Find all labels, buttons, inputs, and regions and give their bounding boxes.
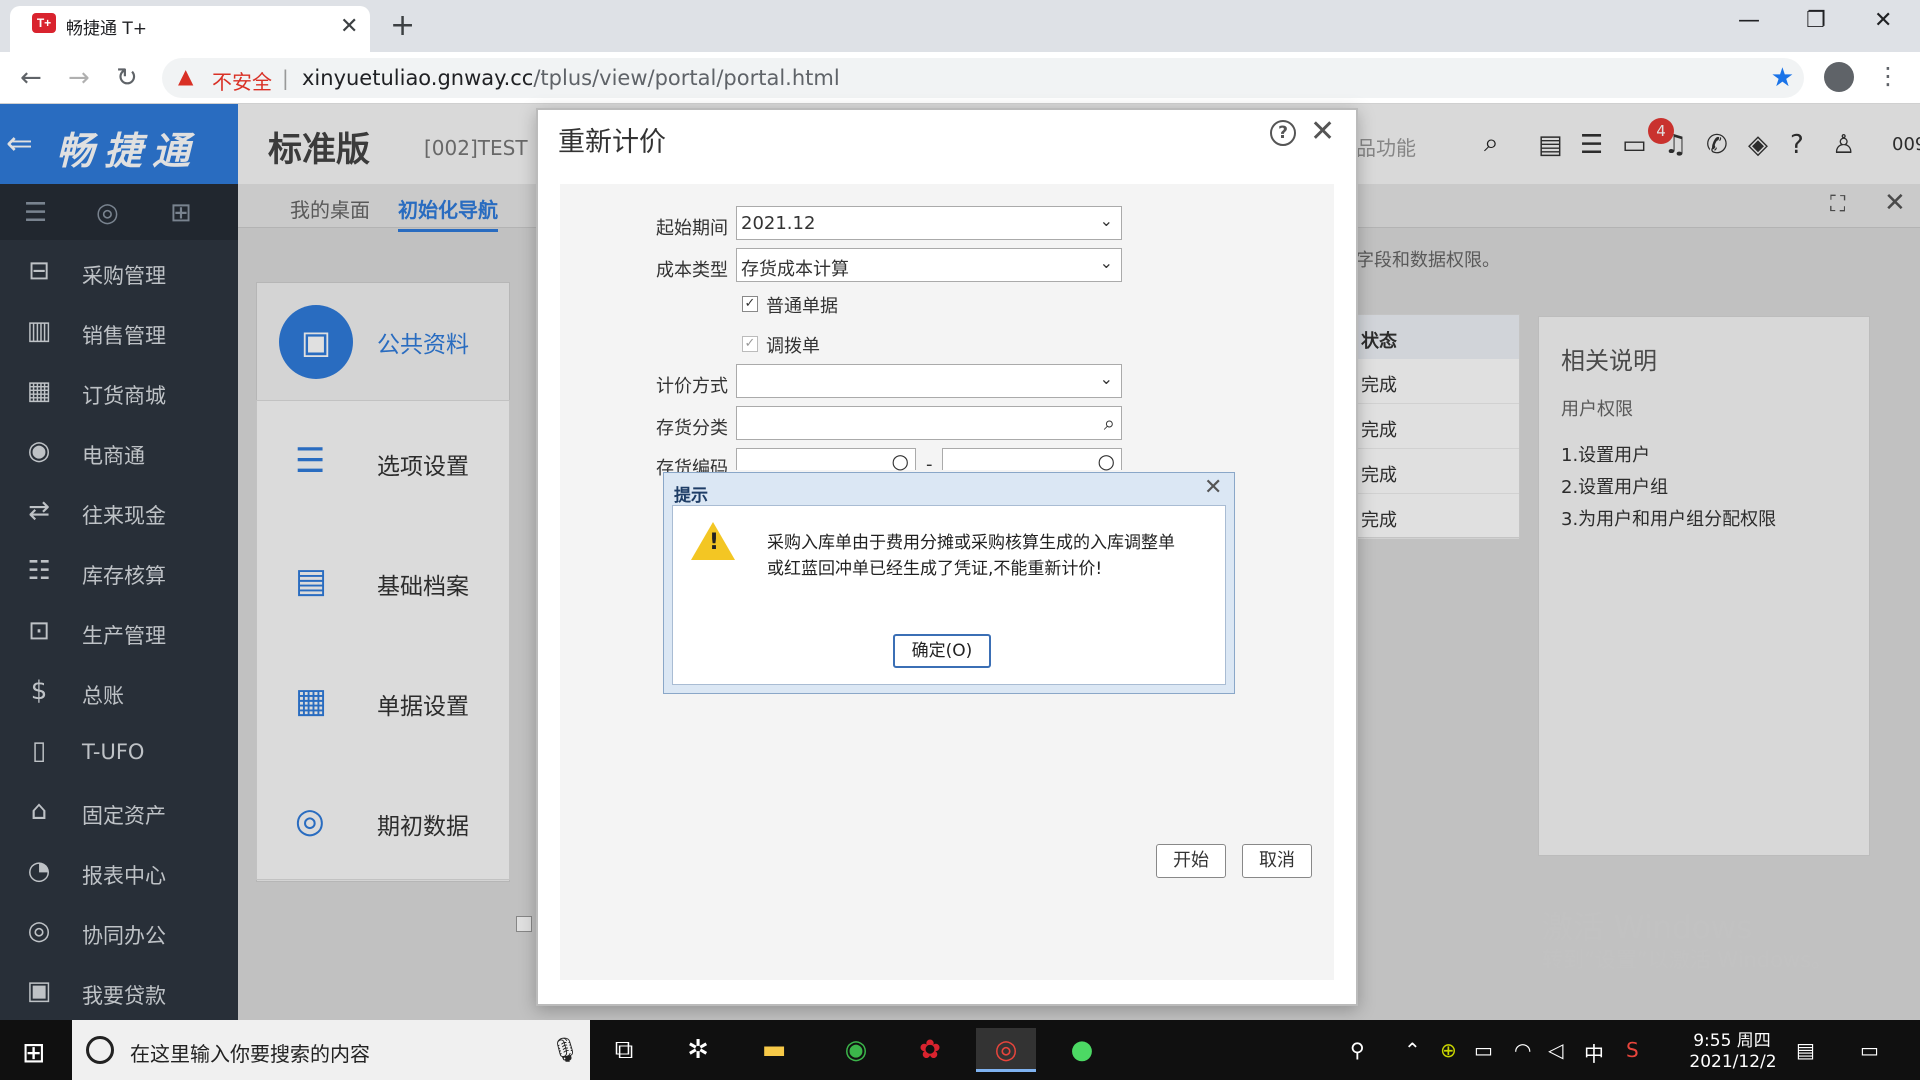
new-tab-icon[interactable]: + bbox=[390, 8, 415, 43]
lookup-icon[interactable]: ○ bbox=[892, 449, 909, 473]
insecure-label[interactable]: 不安全 bbox=[212, 66, 272, 95]
pricing-method-label: 计价方式 bbox=[656, 376, 728, 397]
cost-type-select[interactable]: 存货成本计算 ⌄ bbox=[736, 248, 1122, 282]
people-icon[interactable]: ⚲ bbox=[1350, 1038, 1365, 1062]
tray-chevron-up-icon[interactable]: ⌃ bbox=[1404, 1038, 1421, 1062]
inventory-code-from-input[interactable]: ○ bbox=[736, 448, 916, 473]
volume-icon[interactable]: ◁ bbox=[1548, 1038, 1563, 1062]
alert-title: 提示 bbox=[674, 486, 708, 506]
pinwheel-app-icon[interactable]: ✲ bbox=[668, 1028, 728, 1072]
browser-menu-icon[interactable]: ⋮ bbox=[1876, 62, 1900, 90]
windows-start-icon[interactable]: ⊞ bbox=[22, 1036, 45, 1069]
lookup-icon[interactable]: ⌕ bbox=[1104, 411, 1115, 435]
wechat-icon[interactable]: ● bbox=[1052, 1028, 1112, 1072]
sogou-ime-icon[interactable]: S bbox=[1626, 1038, 1639, 1062]
battery-icon[interactable]: ▭ bbox=[1474, 1038, 1493, 1062]
forward-arrow-icon[interactable]: → bbox=[68, 63, 90, 93]
alert-message-line1: 采购入库单由于费用分摊或采购核算生成的入库调整单 bbox=[767, 533, 1175, 553]
minimize-icon[interactable]: — bbox=[1738, 8, 1760, 33]
help-icon[interactable]: ? bbox=[1270, 120, 1296, 146]
normal-docs-label: 普通单据 bbox=[766, 296, 838, 317]
green-app-icon[interactable]: ◉ bbox=[826, 1028, 886, 1072]
alert-dialog: 提示 ✕ ! 采购入库单由于费用分摊或采购核算生成的入库调整单 或红蓝回冲单已经… bbox=[663, 472, 1235, 694]
taskbar-search-placeholder: 在这里输入你要搜索的内容 bbox=[130, 1042, 370, 1066]
start-period-value: 2021.12 bbox=[741, 213, 816, 234]
dialog-title: 重新计价 bbox=[558, 127, 666, 158]
alert-body: ! 采购入库单由于费用分摊或采购核算生成的入库调整单 或红蓝回冲单已经生成了凭证… bbox=[672, 505, 1226, 685]
taskbar-search-box[interactable]: 在这里输入你要搜索的内容 🎙 bbox=[72, 1020, 590, 1080]
transfer-docs-checkbox[interactable]: ✓ bbox=[742, 336, 758, 352]
paint-app-icon[interactable]: ✿ bbox=[900, 1028, 960, 1072]
microphone-icon[interactable]: 🎙 bbox=[550, 1036, 580, 1064]
lookup-icon[interactable]: ○ bbox=[1098, 449, 1115, 473]
chevron-down-icon: ⌄ bbox=[1099, 369, 1113, 388]
chevron-down-icon: ⌄ bbox=[1099, 253, 1113, 272]
start-button[interactable]: 开始 bbox=[1156, 844, 1226, 878]
url-host: xinyuetuliao.gnway.cc bbox=[302, 66, 534, 90]
back-arrow-icon[interactable]: ← bbox=[20, 63, 42, 93]
url-text[interactable]: xinyuetuliao.gnway.cc/tplus/view/portal/… bbox=[302, 66, 840, 90]
ok-button[interactable]: 确定(O) bbox=[893, 634, 991, 668]
activation-watermark-title: 激活 Windows bbox=[1542, 910, 1753, 946]
task-view-icon[interactable]: ⧉ bbox=[594, 1028, 654, 1072]
tplus-favicon-icon: T+ bbox=[32, 13, 56, 33]
normal-docs-checkbox[interactable]: ✓ bbox=[742, 296, 758, 312]
close-icon[interactable]: ✕ bbox=[1310, 114, 1335, 149]
reload-icon[interactable]: ↻ bbox=[116, 63, 138, 93]
start-period-select[interactable]: 2021.12 ⌄ bbox=[736, 206, 1122, 240]
activation-watermark-text: 转到“设置”以激活 Windows。 bbox=[1542, 948, 1833, 972]
windows-taskbar: ⊞ 在这里输入你要搜索的内容 🎙 ⧉ ✲ ▬ ◉ ✿ ◎ ● ⚲ ⌃ ⊕ ▭ ◠… bbox=[0, 1020, 1920, 1080]
url-separator: | bbox=[282, 66, 289, 90]
window-close-icon[interactable]: ✕ bbox=[1874, 8, 1892, 33]
tab-title: 畅捷通 T+ bbox=[66, 19, 148, 39]
inventory-class-input[interactable]: ⌕ bbox=[736, 406, 1122, 440]
cortana-icon bbox=[86, 1036, 114, 1064]
chrome-icon[interactable]: ◎ bbox=[976, 1028, 1036, 1072]
alert-close-icon[interactable]: ✕ bbox=[1204, 475, 1222, 500]
pricing-method-select[interactable]: ⌄ bbox=[736, 364, 1122, 398]
chevron-down-icon: ⌄ bbox=[1099, 211, 1113, 230]
action-center-icon[interactable]: ▭ bbox=[1860, 1038, 1879, 1062]
ime-indicator[interactable]: 中 bbox=[1584, 1038, 1604, 1067]
warning-exclamation: ! bbox=[709, 530, 720, 555]
url-path: /tplus/view/portal/portal.html bbox=[533, 66, 840, 90]
restore-icon[interactable]: ❐ bbox=[1806, 8, 1826, 33]
cancel-button[interactable]: 取消 bbox=[1242, 844, 1312, 878]
browser-toolbar: ← → ↻ ▲ 不安全 | xinyuetuliao.gnway.cc/tplu… bbox=[0, 52, 1920, 104]
taskbar-time[interactable]: 9:55 周四 bbox=[1686, 1026, 1778, 1051]
browser-tabstrip: T+ 畅捷通 T+ ✕ + — ❐ ✕ bbox=[0, 0, 1920, 52]
file-explorer-icon[interactable]: ▬ bbox=[744, 1028, 804, 1072]
browser-tab[interactable]: T+ 畅捷通 T+ ✕ bbox=[10, 6, 370, 52]
cost-type-label: 成本类型 bbox=[656, 260, 728, 281]
tab-close-icon[interactable]: ✕ bbox=[340, 14, 358, 39]
warning-triangle-icon: ▲ bbox=[178, 64, 194, 88]
bookmark-star-icon[interactable]: ★ bbox=[1771, 63, 1794, 93]
notes-icon[interactable]: ▤ bbox=[1796, 1038, 1815, 1062]
taskbar-date[interactable]: 2021/12/2 bbox=[1678, 1052, 1788, 1072]
profile-avatar-icon[interactable] bbox=[1824, 62, 1854, 92]
transfer-docs-label: 调拨单 bbox=[766, 336, 820, 357]
inventory-class-label: 存货分类 bbox=[656, 418, 728, 439]
cost-type-value: 存货成本计算 bbox=[741, 259, 849, 280]
tray-app-icon[interactable]: ⊕ bbox=[1440, 1038, 1457, 1062]
inventory-code-to-input[interactable]: ○ bbox=[942, 448, 1122, 473]
start-period-label: 起始期间 bbox=[656, 218, 728, 239]
alert-message-line2: 或红蓝回冲单已经生成了凭证,不能重新计价! bbox=[767, 559, 1103, 579]
wifi-icon[interactable]: ◠ bbox=[1514, 1038, 1531, 1062]
address-bar[interactable]: ▲ 不安全 | xinyuetuliao.gnway.cc/tplus/view… bbox=[162, 58, 1804, 98]
